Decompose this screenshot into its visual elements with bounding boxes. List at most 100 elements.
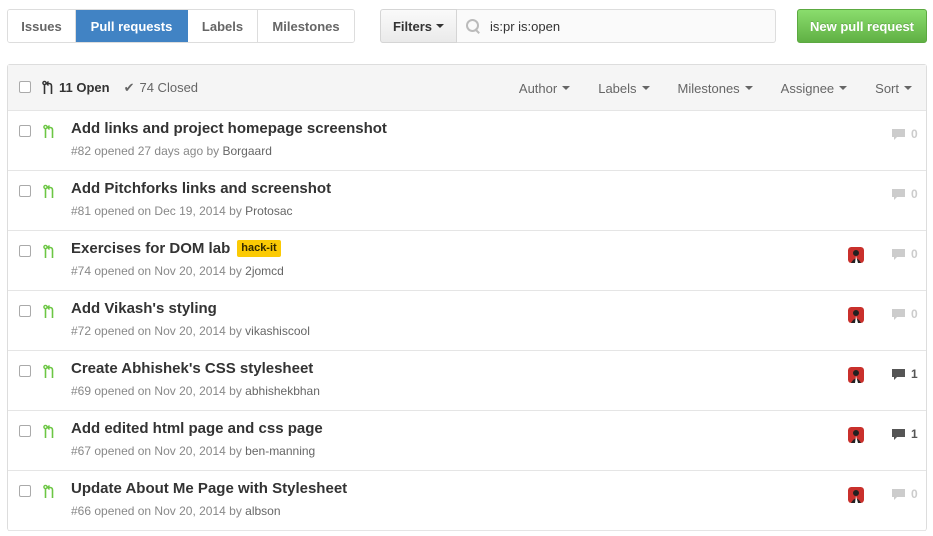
- milestones-filter-label: Milestones: [677, 80, 740, 96]
- author-link[interactable]: Borgaard: [223, 144, 272, 158]
- filters-dropdown-button[interactable]: Filters: [380, 9, 457, 43]
- comment-icon: [892, 308, 905, 320]
- row-checkbox[interactable]: [19, 425, 31, 437]
- open-pull-request-icon: [43, 124, 54, 138]
- pull-request-title[interactable]: Create Abhishek's CSS stylesheet: [71, 360, 313, 377]
- title-line: Exercises for DOM lab hack-it: [71, 240, 281, 257]
- comments-link[interactable]: 1: [891, 367, 918, 381]
- row-checkbox[interactable]: [19, 365, 31, 377]
- tab-labels[interactable]: Labels: [188, 10, 258, 42]
- assignee-filter-label: Assignee: [780, 80, 835, 96]
- rows-container: Add links and project homepage screensho…: [8, 111, 926, 531]
- opened-text: opened on Nov 20, 2014 by: [94, 264, 242, 278]
- table-row: Add edited html page and css page #67 op…: [8, 411, 926, 471]
- comments-link[interactable]: 0: [891, 487, 918, 501]
- row-checkbox[interactable]: [19, 125, 31, 137]
- pull-request-meta: #74 opened on Nov 20, 2014 by 2jomcd: [71, 264, 284, 278]
- pull-request-meta: #72 opened on Nov 20, 2014 by vikashisco…: [71, 324, 310, 338]
- title-line: Update About Me Page with Stylesheet: [71, 480, 347, 497]
- pull-request-icon: [42, 80, 53, 94]
- author-link[interactable]: Protosac: [245, 204, 292, 218]
- row-checkbox[interactable]: [19, 485, 31, 497]
- assignee-avatar[interactable]: [848, 427, 864, 443]
- pull-request-number: #67: [71, 444, 92, 458]
- author-link[interactable]: vikashiscool: [245, 324, 310, 338]
- comment-count: 0: [911, 127, 918, 141]
- comment-icon: [892, 128, 905, 140]
- author-link[interactable]: 2jomcd: [245, 264, 284, 278]
- tab-issues[interactable]: Issues: [8, 10, 76, 42]
- comment-icon: [892, 248, 905, 260]
- caret-down-icon: [562, 86, 571, 90]
- comments-link[interactable]: 0: [891, 307, 918, 321]
- subnav-tabs: Issues Pull requests Labels Milestones: [7, 9, 355, 43]
- author-filter-label: Author: [518, 80, 558, 96]
- label-badge[interactable]: hack-it: [237, 240, 281, 257]
- pull-request-title[interactable]: Add links and project homepage screensho…: [71, 120, 387, 137]
- open-pull-request-icon: [43, 244, 54, 258]
- title-line: Add links and project homepage screensho…: [71, 120, 387, 137]
- sort-filter[interactable]: Sort: [861, 81, 926, 96]
- header-filter-menus: Author Labels Milestones Assignee Sort: [505, 65, 926, 111]
- pull-request-title[interactable]: Add Vikash's styling: [71, 300, 217, 317]
- pull-request-title[interactable]: Update About Me Page with Stylesheet: [71, 480, 347, 497]
- labels-filter[interactable]: Labels: [584, 81, 663, 96]
- pull-request-number: #69: [71, 384, 92, 398]
- open-pull-request-icon: [43, 364, 54, 378]
- assignee-avatar[interactable]: [848, 247, 864, 263]
- open-pull-request-icon: [43, 424, 54, 438]
- closed-filter-link[interactable]: ✔ 74 Closed: [124, 80, 198, 96]
- assignee-avatar[interactable]: [848, 307, 864, 323]
- labels-filter-label: Labels: [598, 80, 637, 96]
- caret-down-icon: [744, 86, 753, 90]
- author-link[interactable]: albson: [245, 504, 280, 518]
- pull-request-title[interactable]: Exercises for DOM lab: [71, 240, 230, 257]
- search-input[interactable]: [490, 18, 760, 34]
- author-filter[interactable]: Author: [505, 81, 584, 96]
- opened-text: opened on Dec 19, 2014 by: [94, 204, 242, 218]
- assignee-avatar[interactable]: [848, 367, 864, 383]
- comment-count: 0: [911, 487, 918, 501]
- comment-count: 0: [911, 247, 918, 261]
- comment-count: 1: [911, 367, 918, 381]
- comment-count: 0: [911, 187, 918, 201]
- table-row: Add links and project homepage screensho…: [8, 111, 926, 171]
- pull-request-number: #81: [71, 204, 92, 218]
- sort-filter-label: Sort: [875, 80, 899, 96]
- pull-request-meta: #67 opened on Nov 20, 2014 by ben-mannin…: [71, 444, 315, 458]
- row-checkbox[interactable]: [19, 185, 31, 197]
- pull-request-number: #66: [71, 504, 92, 518]
- assignee-avatar[interactable]: [848, 487, 864, 503]
- pull-request-title[interactable]: Add Pitchforks links and screenshot: [71, 180, 331, 197]
- tab-milestones[interactable]: Milestones: [258, 10, 354, 42]
- comments-link[interactable]: 0: [891, 127, 918, 141]
- milestones-filter[interactable]: Milestones: [664, 81, 767, 96]
- closed-count: 74 Closed: [139, 80, 199, 95]
- row-checkbox[interactable]: [19, 245, 31, 257]
- assignee-filter[interactable]: Assignee: [767, 81, 861, 96]
- pull-request-meta: #69 opened on Nov 20, 2014 by abhishekbh…: [71, 384, 320, 398]
- caret-down-icon: [641, 86, 650, 90]
- author-link[interactable]: abhishekbhan: [245, 384, 320, 398]
- comment-icon: [892, 428, 905, 440]
- table-row: Create Abhishek's CSS stylesheet #69 ope…: [8, 351, 926, 411]
- comments-link[interactable]: 0: [891, 187, 918, 201]
- comments-link[interactable]: 0: [891, 247, 918, 261]
- opened-text: opened on Nov 20, 2014 by: [94, 324, 242, 338]
- opened-text: opened 27 days ago by: [94, 144, 220, 158]
- tab-pull-requests[interactable]: Pull requests: [76, 10, 188, 42]
- title-line: Create Abhishek's CSS stylesheet: [71, 360, 313, 377]
- comments-link[interactable]: 1: [891, 427, 918, 441]
- pull-request-number: #74: [71, 264, 92, 278]
- search-box: [457, 9, 776, 43]
- new-pull-request-button[interactable]: New pull request: [797, 9, 927, 43]
- open-filter-link[interactable]: 11 Open: [42, 80, 110, 96]
- table-row: Update About Me Page with Stylesheet #66…: [8, 471, 926, 531]
- select-all-checkbox[interactable]: [19, 81, 31, 93]
- row-checkbox[interactable]: [19, 305, 31, 317]
- caret-down-icon: [436, 24, 444, 28]
- comment-count: 1: [911, 427, 918, 441]
- author-link[interactable]: ben-manning: [245, 444, 315, 458]
- search-icon: [465, 18, 481, 34]
- pull-request-title[interactable]: Add edited html page and css page: [71, 420, 323, 437]
